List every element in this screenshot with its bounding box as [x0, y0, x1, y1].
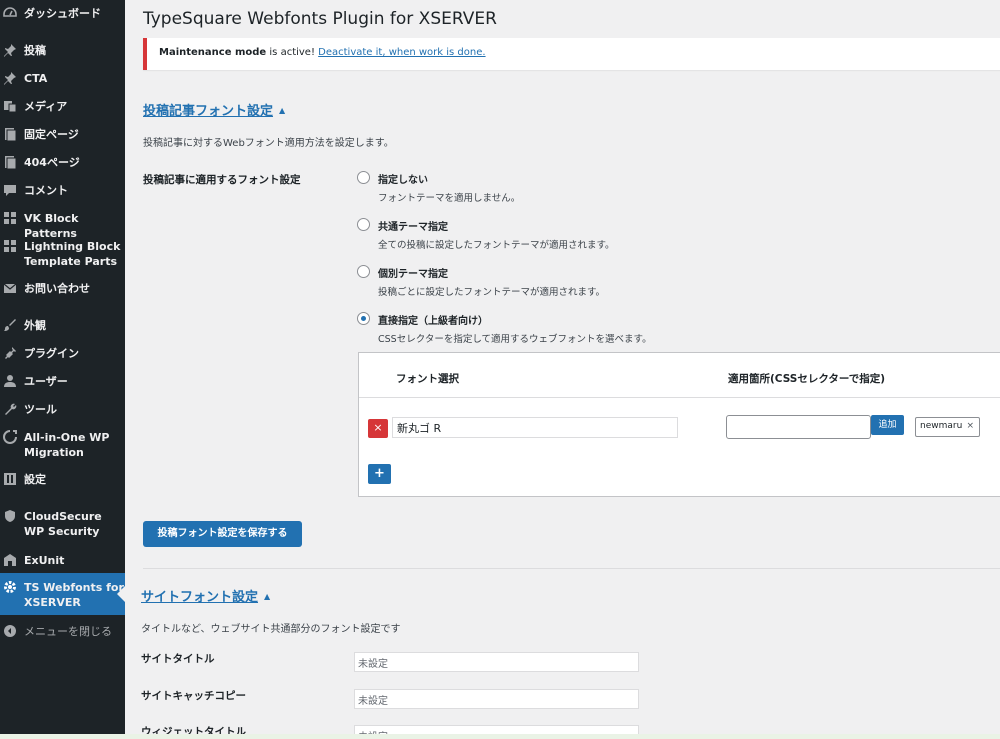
sidebar-item-plugins[interactable]: プラグイン	[0, 346, 125, 362]
grid-icon	[3, 211, 17, 225]
grid-icon	[3, 239, 17, 253]
sidebar-item-media[interactable]: メディア	[0, 99, 125, 115]
sidebar-item-all-in-one-wp-migration[interactable]: All-in-One WP Migration	[0, 430, 125, 460]
option-none-desc: フォントテーマを適用しません。	[378, 193, 521, 204]
add-row-button[interactable]: +	[368, 464, 391, 484]
sidebar-item-404[interactable]: 404ページ	[0, 155, 125, 171]
sidebar-item-appearance[interactable]: 外観	[0, 318, 125, 334]
pin-icon	[3, 43, 17, 57]
dashboard-icon	[3, 6, 17, 20]
main-content: TypeSquare Webfonts Plugin for XSERVER M…	[125, 0, 1000, 739]
sidebar-item-dashboard[interactable]: ダッシュボード	[0, 6, 125, 22]
collapse-triangle-icon: ▲	[264, 592, 271, 601]
option-none-title: 指定しない	[378, 175, 428, 186]
sidebar-item-cta[interactable]: CTA	[0, 71, 125, 87]
save-post-font-button[interactable]: 投稿フォント設定を保存する	[143, 521, 302, 547]
site-title-label: サイトタイトル	[141, 653, 215, 665]
sidebar-item-posts[interactable]: 投稿	[0, 43, 125, 59]
sidebar-item-vk-block-patterns[interactable]: VK Block Patterns	[0, 211, 125, 240]
option-common-theme-title: 共通テーマ指定	[378, 222, 448, 233]
option-direct-desc: CSSセレクターを指定して適用するウェブフォントを選べます。	[378, 334, 652, 345]
site-title-input[interactable]	[354, 652, 639, 672]
sidebar-item-lightning-block-template-parts[interactable]: Lightning Block Template Parts	[0, 239, 125, 269]
settings-icon	[3, 472, 17, 486]
media-icon	[3, 99, 17, 113]
radio-common-theme[interactable]	[357, 218, 370, 231]
plugin-icon	[3, 346, 17, 360]
sidebar-item-ts-webfonts[interactable]: TS Webfonts for XSERVER	[0, 573, 125, 615]
mail-icon	[3, 281, 17, 295]
sidebar-item-tools[interactable]: ツール	[0, 402, 125, 418]
collapse-triangle-icon: ▲	[279, 106, 286, 115]
css-selector-input[interactable]	[726, 415, 871, 439]
section-separator	[143, 568, 1000, 569]
site-font-description: タイトルなど、ウェブサイト共通部分のフォント設定です	[141, 624, 401, 635]
table-divider	[359, 397, 1000, 398]
post-font-description: 投稿記事に対するWebフォント適用方法を設定します。	[143, 138, 394, 149]
site-catchcopy-label: サイトキャッチコピー	[141, 690, 246, 702]
deactivate-maintenance-link[interactable]: Deactivate it, when work is done.	[318, 47, 485, 58]
post-font-setting-label: 投稿記事に適用するフォント設定	[143, 174, 301, 186]
gear-icon	[3, 580, 17, 594]
direct-font-table: フォント選択 適用箇所(CSSセレクターで指定) × 追加 newmaru × …	[358, 352, 1000, 497]
tag-remove-icon[interactable]: ×	[966, 421, 974, 431]
post-font-section-label: 投稿記事フォント設定	[143, 104, 274, 119]
selector-tag: newmaru ×	[915, 417, 980, 437]
migration-icon	[3, 430, 17, 444]
wrench-icon	[3, 402, 17, 416]
site-font-section-label: サイトフォント設定	[141, 590, 259, 605]
notice-text: is active!	[266, 47, 319, 58]
column-header-selector: 適用箇所(CSSセレクターで指定)	[728, 373, 886, 385]
admin-sidebar: ダッシュボード 投稿 CTA メディア 固定ページ 404ページ コメント VK…	[0, 0, 125, 739]
option-direct-title: 直接指定（上級者向け）	[378, 316, 488, 327]
collapse-menu-button[interactable]: メニューを閉じる	[0, 624, 125, 640]
post-font-section-title[interactable]: 投稿記事フォント設定 ▲	[143, 100, 285, 119]
sidebar-item-settings[interactable]: 設定	[0, 472, 125, 488]
collapse-icon	[3, 624, 17, 638]
selector-tag-label: newmaru	[920, 421, 963, 431]
remove-row-button[interactable]: ×	[368, 419, 388, 438]
sidebar-item-exunit[interactable]: ExUnit	[0, 553, 125, 569]
sidebar-item-contact[interactable]: お問い合わせ	[0, 281, 125, 297]
comment-icon	[3, 183, 17, 197]
radio-direct[interactable]	[357, 312, 370, 325]
sidebar-item-pages[interactable]: 固定ページ	[0, 127, 125, 143]
sidebar-item-cloudsecure[interactable]: CloudSecure WP Security	[0, 509, 125, 539]
maintenance-notice: Maintenance mode is active! Deactivate i…	[143, 38, 1000, 70]
radio-individual-theme[interactable]	[357, 265, 370, 278]
site-font-section-title[interactable]: サイトフォント設定 ▲	[141, 586, 270, 605]
add-selector-button[interactable]: 追加	[871, 415, 904, 435]
page-title: TypeSquare Webfonts Plugin for XSERVER	[143, 9, 497, 29]
current-page-arrow	[117, 586, 125, 602]
radio-none[interactable]	[357, 171, 370, 184]
column-header-font: フォント選択	[396, 373, 459, 385]
page-icon	[3, 127, 17, 142]
notice-mode-text: Maintenance mode	[159, 47, 267, 58]
pin-icon	[3, 71, 17, 85]
site-catchcopy-input[interactable]	[354, 689, 639, 709]
building-icon	[3, 553, 17, 567]
user-icon	[3, 374, 17, 388]
shield-icon	[3, 509, 17, 523]
option-individual-theme-desc: 投稿ごとに設定したフォントテーマが適用されます。	[378, 287, 606, 298]
font-select-input[interactable]	[392, 417, 678, 438]
option-individual-theme-title: 個別テーマ指定	[378, 269, 448, 280]
option-common-theme-desc: 全ての投稿に設定したフォントテーマが適用されます。	[378, 240, 615, 251]
page-icon	[3, 155, 17, 170]
sidebar-item-comments[interactable]: コメント	[0, 183, 125, 199]
bottom-edge	[0, 734, 1000, 739]
sidebar-item-users[interactable]: ユーザー	[0, 374, 125, 390]
brush-icon	[3, 318, 17, 332]
